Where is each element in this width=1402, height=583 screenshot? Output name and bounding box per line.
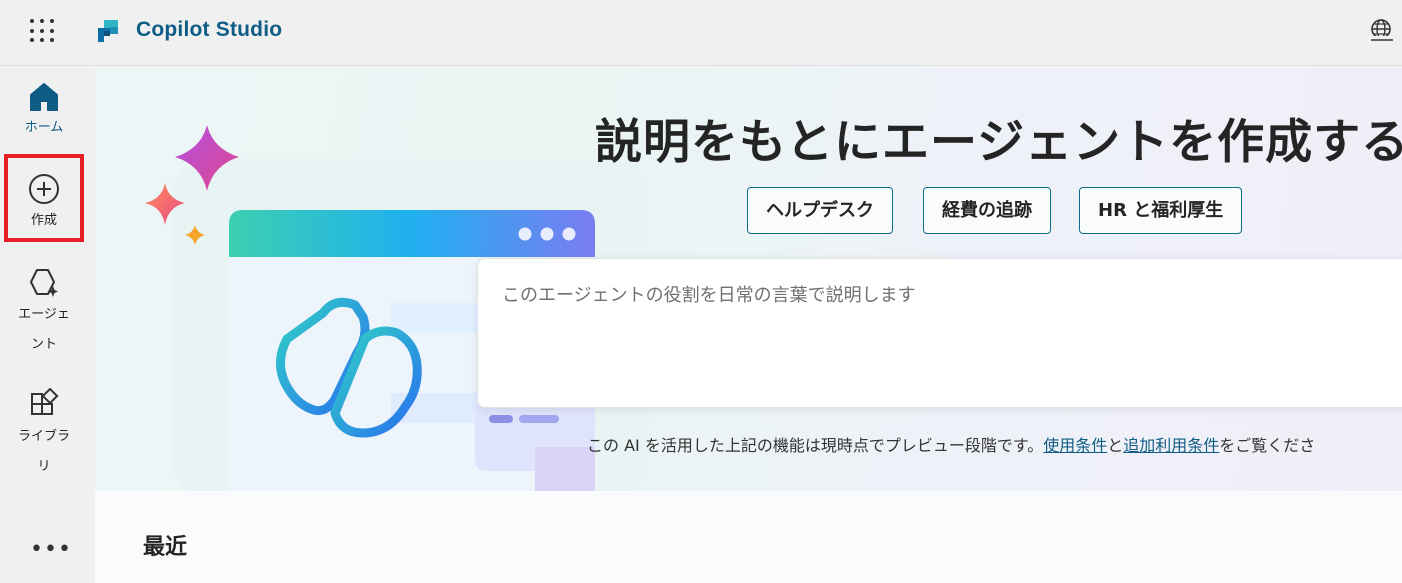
disclaimer-joiner: と xyxy=(1107,436,1124,455)
recent-heading: 最近 xyxy=(143,535,188,560)
nav-label-agents: エージェント xyxy=(18,307,70,352)
terms-of-use-link[interactable]: 使用条件 xyxy=(1043,436,1107,455)
nav-item-agents[interactable]: エージェント xyxy=(4,266,84,360)
prompt-placeholder: このエージェントの役割を日常の言葉で説明します xyxy=(502,285,916,306)
top-bar: Copilot Studio xyxy=(0,0,1402,66)
app-launcher-icon[interactable] xyxy=(28,17,56,45)
apps-add-icon xyxy=(31,388,59,415)
nav-item-home[interactable]: ホーム xyxy=(4,81,84,143)
more-icon[interactable]: ••• xyxy=(30,537,72,562)
nav-label-home: ホーム xyxy=(24,120,64,135)
hero-title: 説明をもとにエージェントを作成する xyxy=(595,115,1402,170)
chip-helpdesk[interactable]: ヘルプデスク xyxy=(747,187,893,234)
disclaimer-suffix: をご覧くださ xyxy=(1219,436,1316,455)
chip-expense-tracking[interactable]: 経費の追跡 xyxy=(923,187,1051,234)
nav-item-create[interactable]: 作成 xyxy=(4,154,84,242)
nav-label-library: ライブラリ xyxy=(17,429,70,474)
home-icon xyxy=(30,83,58,111)
globe-icon[interactable] xyxy=(1369,18,1395,44)
agent-icon xyxy=(30,269,58,297)
copilot-studio-logo xyxy=(98,20,118,42)
preview-disclaimer: この AI を活用した上記の機能は現時点でプレビュー段階です。使用条件と追加利用… xyxy=(587,432,1315,456)
hero-section: 説明をもとにエージェントを作成する ヘルプデスク 経費の追跡 HR と福利厚生 … xyxy=(95,67,1402,491)
nav-item-library[interactable]: ライブラリ xyxy=(4,388,84,482)
disclaimer-prefix: この AI を活用した上記の機能は現時点でプレビュー段階です。 xyxy=(587,436,1044,455)
chip-hr-benefits[interactable]: HR と福利厚生 xyxy=(1079,187,1243,234)
add-circle-icon xyxy=(29,174,59,204)
left-nav-rail: ホーム 作成 エージェント ライブラリ ••• xyxy=(0,67,95,583)
main-content: 説明をもとにエージェントを作成する ヘルプデスク 経費の追跡 HR と福利厚生 … xyxy=(95,67,1402,583)
nav-label-create: 作成 xyxy=(30,213,57,228)
additional-terms-link[interactable]: 追加利用条件 xyxy=(1123,436,1219,455)
agent-description-input[interactable]: このエージェントの役割を日常の言葉で説明します xyxy=(477,258,1402,408)
app-title: Copilot Studio xyxy=(136,18,283,41)
